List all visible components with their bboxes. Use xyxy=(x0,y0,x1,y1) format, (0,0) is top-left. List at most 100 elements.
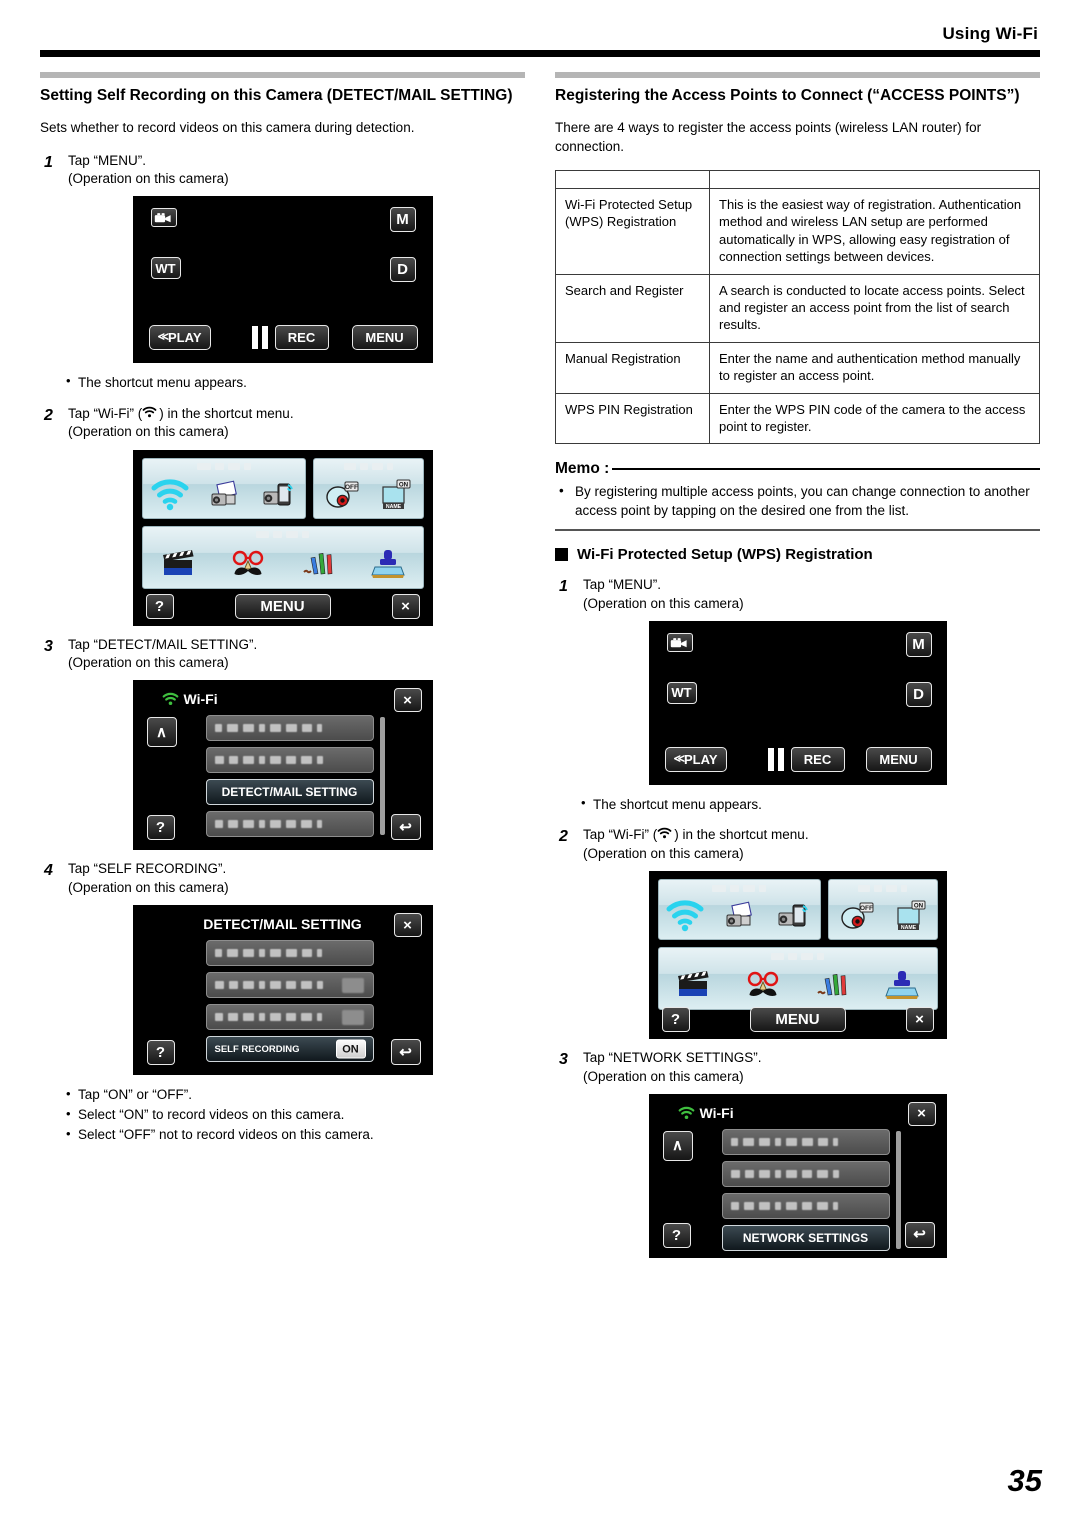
list-item[interactable] xyxy=(205,972,374,999)
blurred-label xyxy=(214,820,322,829)
close-icon[interactable]: × xyxy=(905,1007,934,1033)
step-number: 3 xyxy=(559,1051,568,1069)
shortcut-panel-settings[interactable]: OFF ON NAME xyxy=(313,457,424,519)
blurred-label xyxy=(214,981,323,990)
panel-icons xyxy=(143,541,423,585)
menu-button[interactable]: MENU xyxy=(749,1007,846,1033)
memo-label: Memo : xyxy=(555,460,610,478)
face-detect-off-icon[interactable]: OFF xyxy=(836,896,876,934)
list-item[interactable] xyxy=(205,1004,374,1031)
menu-button[interactable]: MENU xyxy=(234,593,331,619)
camera-mail-icon[interactable] xyxy=(204,475,244,513)
list-item-selected[interactable]: SELF RECORDING ON xyxy=(205,1036,374,1063)
shortcut-row-top: OFF ON NAME xyxy=(141,457,424,519)
list-item[interactable] xyxy=(205,715,374,742)
name-on-icon[interactable]: ON NAME xyxy=(890,896,930,934)
close-icon[interactable]: × xyxy=(393,688,422,713)
close-icon[interactable]: × xyxy=(391,593,420,619)
list-item[interactable] xyxy=(205,747,374,774)
scroll-up-button[interactable]: ∧ xyxy=(662,1130,693,1161)
section-rule xyxy=(40,72,525,78)
rec-button[interactable]: REC xyxy=(790,746,845,772)
help-button[interactable]: ? xyxy=(146,815,175,841)
mode-m-button[interactable]: M xyxy=(389,207,416,233)
list-item[interactable] xyxy=(205,811,374,838)
wifi-icon[interactable] xyxy=(665,896,705,934)
back-button[interactable]: ↩ xyxy=(390,814,421,841)
menu-button[interactable]: MENU xyxy=(351,325,418,351)
face-detect-off-icon[interactable]: OFF xyxy=(321,475,361,513)
blurred-label xyxy=(730,1169,839,1178)
close-icon[interactable]: × xyxy=(907,1101,936,1126)
on-toggle-badge[interactable]: ON xyxy=(335,1039,366,1059)
screen-title: Wi-Fi xyxy=(650,1103,946,1123)
list-item[interactable] xyxy=(721,1160,890,1187)
list-item[interactable] xyxy=(721,1128,890,1155)
wps-step-3: 3 Tap “NETWORK SETTINGS”. (Operation on … xyxy=(555,1049,1040,1086)
help-button[interactable]: ? xyxy=(145,593,174,619)
list-item-selected[interactable]: DETECT/MAIL SETTING xyxy=(205,779,374,806)
scrollbar[interactable] xyxy=(895,1130,901,1249)
camera-phone-icon[interactable] xyxy=(773,896,813,934)
wifi-icon xyxy=(678,1106,695,1120)
help-button[interactable]: ? xyxy=(661,1007,690,1033)
clapperboard-icon[interactable] xyxy=(673,965,713,1003)
blurred-label xyxy=(214,1013,322,1022)
pencils-icon[interactable] xyxy=(298,544,338,582)
step-text: Tap “NETWORK SETTINGS”. xyxy=(583,1050,762,1066)
shortcut-panels: OFF ON NAME xyxy=(657,879,938,1017)
note-item: Tap “ON” or “OFF”. xyxy=(40,1084,525,1105)
name-on-icon[interactable]: ON NAME xyxy=(375,475,415,513)
shortcut-menu-screen: OFF ON NAME ? MENU × xyxy=(648,871,947,1040)
list-item-selected[interactable]: NETWORK SETTINGS xyxy=(721,1224,890,1251)
help-button[interactable]: ? xyxy=(662,1222,691,1248)
clapperboard-icon[interactable] xyxy=(158,544,198,582)
wifi-icon[interactable] xyxy=(150,475,190,513)
rec-button[interactable]: REC xyxy=(274,325,329,351)
zoom-wt-button[interactable]: WT xyxy=(150,257,181,280)
svg-text:OFF: OFF xyxy=(860,905,873,912)
scrollbar[interactable] xyxy=(379,717,385,836)
play-label: PLAY xyxy=(168,330,202,346)
shortcut-row-bottom xyxy=(657,947,938,1011)
panel-caption xyxy=(143,531,423,539)
back-button[interactable]: ↩ xyxy=(390,1039,421,1066)
menu-button[interactable]: MENU xyxy=(865,746,932,772)
stamp-icon[interactable] xyxy=(882,965,922,1003)
shortcut-panel-effects[interactable] xyxy=(657,947,938,1011)
back-button[interactable]: ↩ xyxy=(904,1221,935,1248)
shortcut-bottom-bar: ? MENU × xyxy=(650,1005,946,1033)
list-item[interactable] xyxy=(205,940,374,967)
screen-record-wrap-right: M WT D ≪ PLAY REC MENU xyxy=(555,620,1040,785)
square-bullet-icon xyxy=(555,548,568,562)
close-icon[interactable]: × xyxy=(393,913,422,938)
help-button[interactable]: ? xyxy=(146,1040,175,1066)
panel-caption xyxy=(659,884,820,892)
list-item[interactable] xyxy=(721,1192,890,1219)
mode-d-button[interactable]: D xyxy=(905,681,932,707)
camera-phone-icon[interactable] xyxy=(258,475,298,513)
camera-record-screen: M WT D ≪ PLAY REC MENU xyxy=(132,196,433,364)
table-row: Search and Register A search is conducte… xyxy=(555,273,1040,343)
panel-icons xyxy=(659,962,937,1006)
mode-d-button[interactable]: D xyxy=(389,257,416,283)
stamp-icon[interactable] xyxy=(368,544,408,582)
step-text-a: Tap “Wi-Fi” ( xyxy=(583,827,658,843)
shortcut-panel-settings[interactable]: OFF ON NAME xyxy=(827,879,938,941)
pencils-icon[interactable] xyxy=(812,965,852,1003)
zoom-wt-button[interactable]: WT xyxy=(666,681,697,704)
mustache-glasses-icon[interactable] xyxy=(228,544,268,582)
camera-mail-icon[interactable] xyxy=(719,896,759,934)
mode-m-button[interactable]: M xyxy=(905,631,932,657)
mustache-glasses-icon[interactable] xyxy=(743,965,783,1003)
shortcut-panel-wifi[interactable] xyxy=(141,457,307,519)
screen-detect-mail-wrap: DETECT/MAIL SETTING × SELF RECORDING ON … xyxy=(40,905,525,1076)
play-button[interactable]: ≪ PLAY xyxy=(664,746,727,772)
shortcut-panel-wifi[interactable] xyxy=(657,879,821,941)
svg-text:OFF: OFF xyxy=(345,484,358,491)
panel-icons: OFF ON NAME xyxy=(314,473,422,515)
shortcut-panel-effects[interactable] xyxy=(141,525,424,589)
scroll-up-button[interactable]: ∧ xyxy=(146,717,177,748)
shortcut-row-top: OFF ON NAME xyxy=(657,879,938,941)
play-button[interactable]: ≪ PLAY xyxy=(148,325,211,351)
